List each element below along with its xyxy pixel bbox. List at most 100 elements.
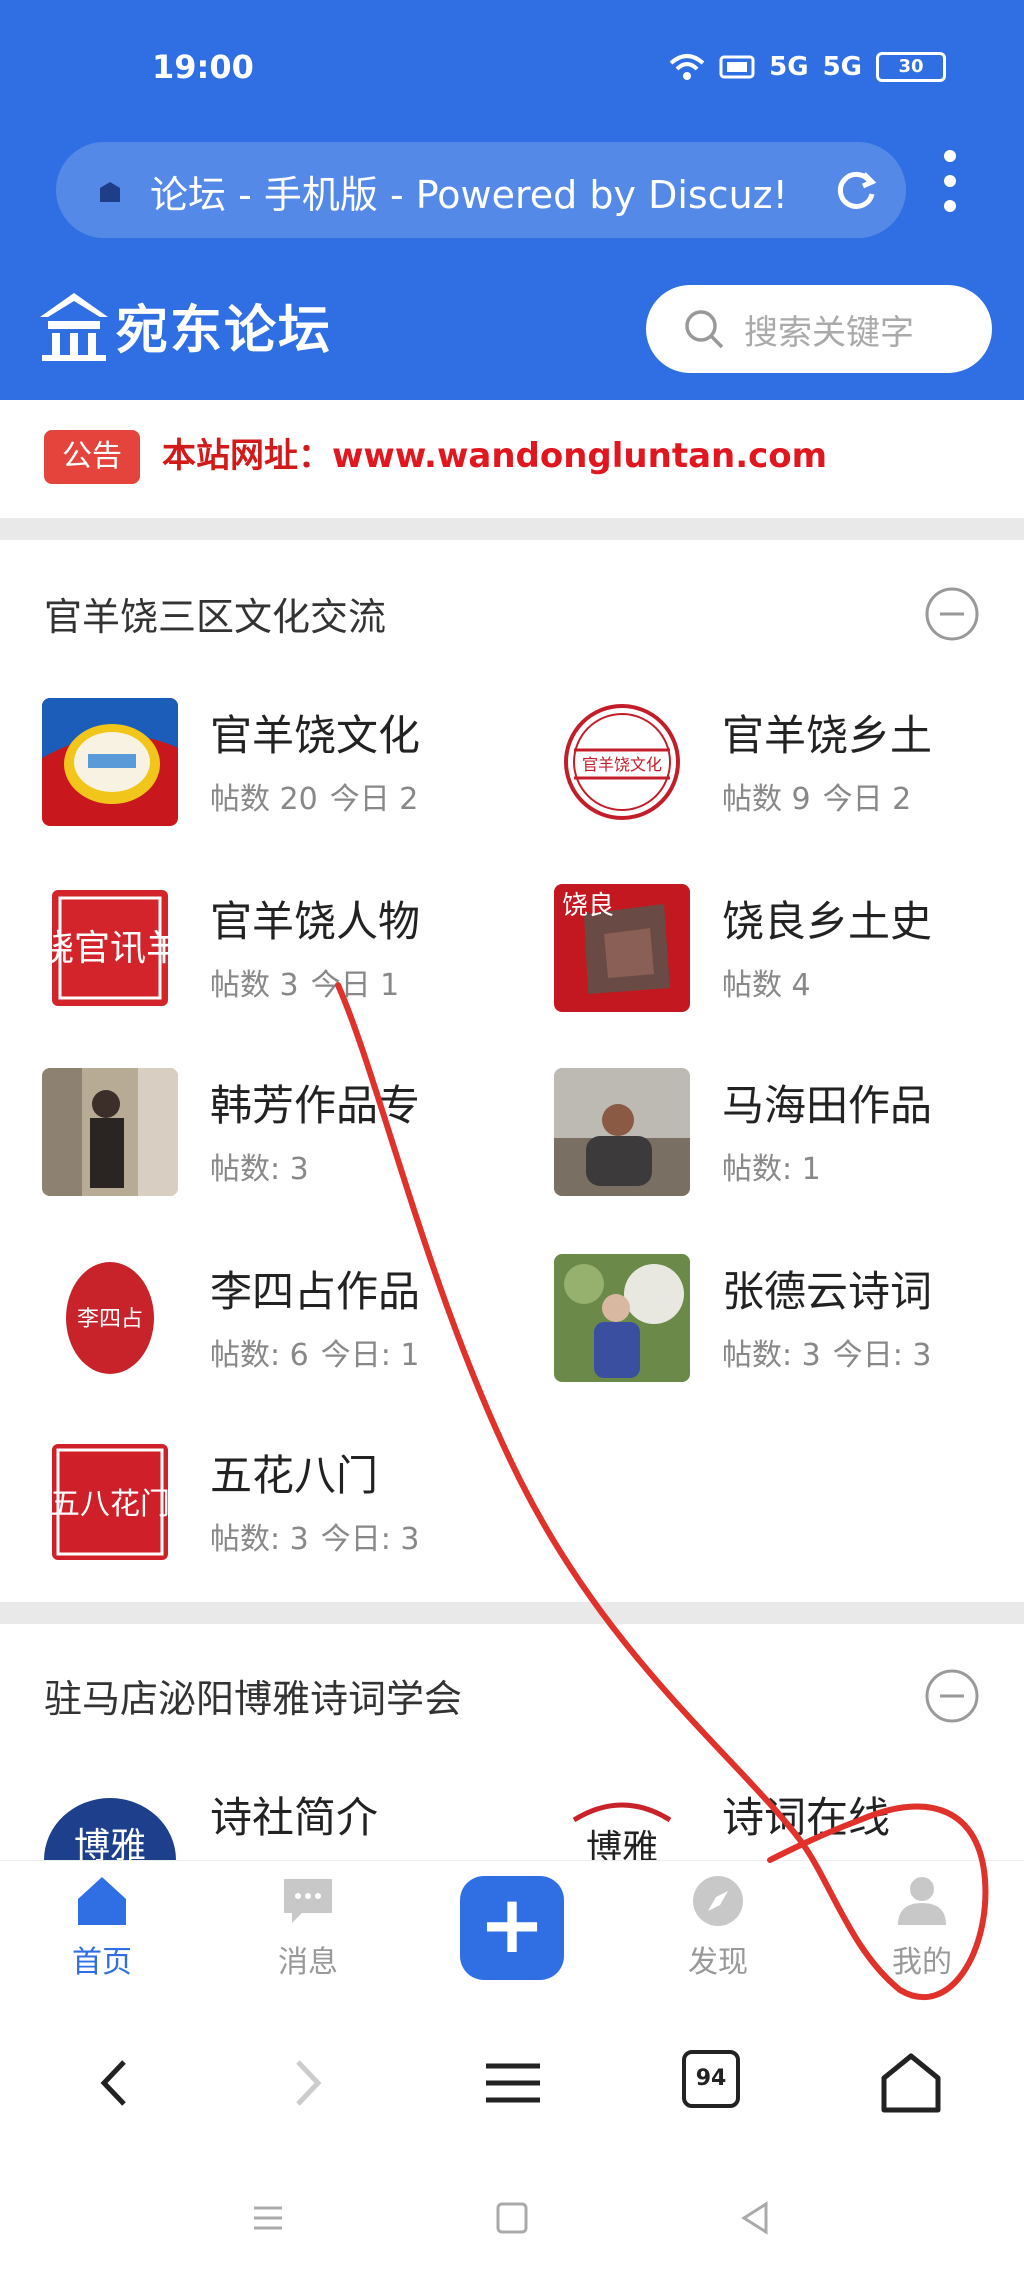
new-post-button[interactable]: +: [460, 1876, 564, 1980]
forum-item[interactable]: 张德云诗词 帖数: 3 今日: 3: [554, 1254, 1024, 1404]
post-count: 帖数 9: [722, 782, 811, 817]
forum-name: 诗社简介: [210, 1793, 379, 1842]
forum-stats: 帖数: 6 今日: 1: [210, 1330, 419, 1374]
battery-icon: 30: [876, 52, 946, 82]
forum-name: 官羊饶文化: [210, 711, 421, 760]
forum-item[interactable]: 李四占 李四占作品 帖数: 6 今日: 1: [42, 1254, 542, 1404]
status-icons: 5G 5G 30: [669, 52, 946, 82]
more-menu-icon[interactable]: [940, 150, 960, 216]
home-square-icon[interactable]: [492, 2198, 532, 2238]
forum-name: 饶良乡土史: [722, 897, 933, 946]
tabs-count-button[interactable]: 94: [682, 2050, 740, 2108]
forum-name: 诗词在线: [722, 1793, 891, 1842]
recents-icon[interactable]: [248, 2198, 288, 2238]
browser-nav-bar: 94: [0, 2000, 1024, 2160]
forum-thumb: 官羊饶文化: [554, 698, 690, 826]
post-count: 帖数 3: [210, 968, 299, 1003]
tab-messages[interactable]: 消息: [248, 1873, 368, 1993]
thumb-label: 博雅: [74, 1826, 146, 1860]
collapse-icon[interactable]: [924, 1668, 980, 1724]
signal-1-icon: 5G: [769, 52, 809, 82]
post-count: 帖数: 1: [722, 1152, 821, 1187]
status-bar: 19:00 5G 5G 30: [0, 38, 1024, 102]
forum-name: 五花八门: [210, 1451, 379, 1500]
tab-label: 我的: [892, 1945, 952, 1980]
notice-badge: 公告: [44, 430, 140, 484]
forum-item[interactable]: 韩芳作品专 帖数: 3: [42, 1068, 542, 1218]
today-count: 今日 2: [329, 782, 419, 817]
forum-thumb: [554, 1068, 690, 1196]
post-count: 帖数: 3: [210, 1522, 309, 1557]
back-triangle-icon[interactable]: [736, 2198, 776, 2238]
site-logo[interactable]: 宛东论坛: [34, 285, 332, 365]
today-count: 今日: 1: [320, 1338, 420, 1373]
section-divider: [0, 1602, 1024, 1624]
forum-item[interactable]: 饶良 饶良乡土史 帖数 4: [554, 884, 1024, 1034]
hd-icon: [719, 55, 755, 79]
logo-building-icon: [40, 293, 108, 361]
forum-name: 韩芳作品专: [210, 1081, 421, 1130]
forum-name: 张德云诗词: [722, 1267, 933, 1316]
post-count: 帖数 4: [722, 968, 811, 1003]
search-placeholder: 搜索关键字: [744, 313, 914, 353]
message-icon: [284, 1879, 332, 1923]
forum-item[interactable]: 饶官讯羊 官羊饶人物 帖数 3 今日 1: [42, 884, 542, 1034]
system-nav-bar: [0, 2160, 1024, 2275]
thumb-seal-text: 官羊饶文化: [582, 755, 662, 774]
forum-name: 官羊饶乡土: [722, 711, 933, 760]
forum-thumb: [554, 1254, 690, 1382]
forum-thumb: 五八花门: [42, 1438, 178, 1566]
forum-thumb: 饶官讯羊: [42, 884, 178, 1012]
forum-name: 马海田作品: [722, 1081, 933, 1130]
address-bar[interactable]: 论坛 - 手机版 - Powered by Discuz!: [56, 142, 906, 238]
user-icon: [898, 1877, 946, 1925]
thumb-seal-text: 饶官讯羊: [42, 928, 178, 969]
forum-stats: 帖数: 1: [722, 1144, 833, 1188]
post-count: 帖数 20: [210, 782, 318, 817]
forum-thumb: 饶良: [554, 884, 690, 1012]
forum-item[interactable]: 五八花门 五花八门 帖数: 3 今日: 3: [42, 1438, 542, 1588]
menu-icon[interactable]: [478, 2048, 548, 2118]
tab-discover[interactable]: 发现: [658, 1873, 778, 1993]
forum-item[interactable]: 博雅 诗词在线: [554, 1780, 1024, 1860]
notice-text[interactable]: 本站网址：www.wandongluntan.com: [162, 428, 827, 477]
page-title: 论坛 - 手机版 - Powered by Discuz!: [150, 173, 788, 217]
collapse-icon[interactable]: [924, 586, 980, 642]
status-time: 19:00: [152, 48, 254, 86]
top-header: 19:00 5G 5G 30 论坛 - 手机版 - Powered by Dis…: [0, 0, 1024, 400]
forum-thumb: 李四占: [42, 1254, 178, 1382]
forward-icon[interactable]: [272, 2048, 342, 2118]
section-header: 官羊饶三区文化交流: [0, 558, 1024, 658]
tab-home[interactable]: 首页: [42, 1873, 162, 1993]
thumb-seal-text: 五八花门: [50, 1487, 170, 1522]
thumb-seal-text: 李四占: [77, 1307, 143, 1332]
section-title: 官羊饶三区文化交流: [44, 595, 387, 639]
forum-item[interactable]: 博雅 诗社简介: [42, 1780, 542, 1860]
compass-icon: [693, 1876, 743, 1926]
today-count: 今日: 3: [832, 1338, 932, 1373]
reload-icon[interactable]: [830, 164, 882, 216]
today-count: 今日 2: [822, 782, 912, 817]
tab-mine[interactable]: 我的: [862, 1873, 982, 1993]
today-count: 今日 1: [310, 968, 400, 1003]
notice-label: 本站网址：: [162, 436, 332, 476]
forum-stats: 帖数 4: [722, 960, 823, 1004]
search-icon: [685, 310, 724, 349]
notice-bar[interactable]: 公告 本站网址：www.wandongluntan.com: [0, 400, 1024, 518]
forum-item[interactable]: 官羊饶文化 帖数 20 今日 2: [42, 698, 542, 848]
back-icon[interactable]: [80, 2048, 150, 2118]
notice-url[interactable]: www.wandongluntan.com: [332, 436, 827, 476]
logo-text: 宛东论坛: [116, 299, 333, 361]
browser-home-icon[interactable]: [876, 2048, 946, 2118]
tab-label: 首页: [72, 1945, 132, 1980]
signal-2-icon: 5G: [822, 52, 862, 82]
thumb-label: 饶良: [562, 891, 614, 921]
forum-stats: 帖数 3 今日 1: [210, 960, 399, 1004]
forum-item[interactable]: 马海田作品 帖数: 1: [554, 1068, 1024, 1218]
today-count: 今日: 3: [320, 1522, 420, 1557]
forum-item[interactable]: 官羊饶文化 官羊饶乡土 帖数 9 今日 2: [554, 698, 1024, 848]
forum-stats: 帖数: 3 今日: 3: [722, 1330, 931, 1374]
forum-name: 官羊饶人物: [210, 897, 421, 946]
search-input[interactable]: 搜索关键字: [646, 285, 992, 373]
forum-thumb: [42, 1068, 178, 1196]
